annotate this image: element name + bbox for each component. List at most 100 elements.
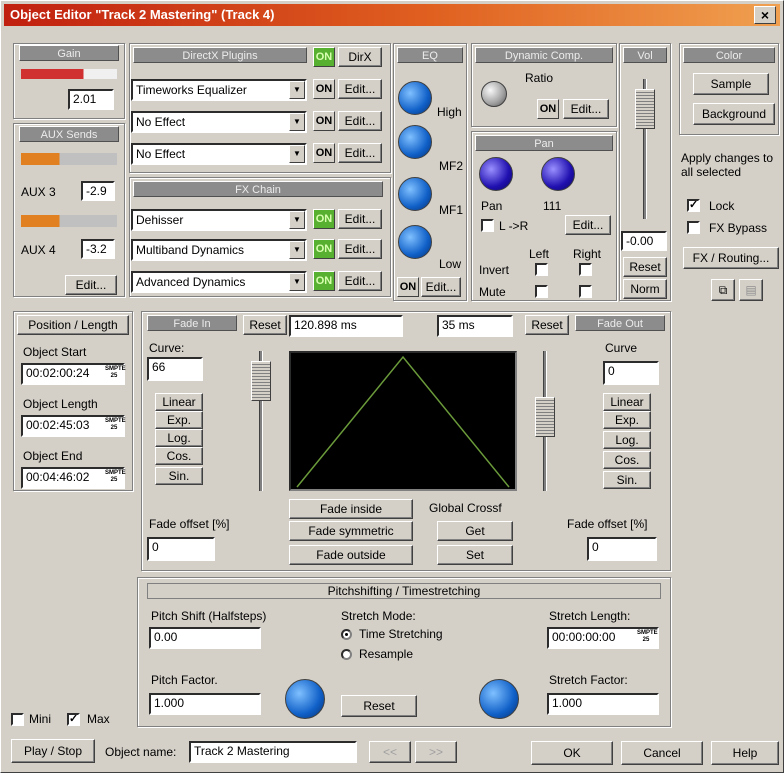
ok-button[interactable]: OK bbox=[531, 741, 613, 765]
copy-icon[interactable]: ⧉ bbox=[711, 279, 735, 301]
fadein-time-field[interactable]: 120.898 ms bbox=[289, 315, 403, 337]
max-checkbox[interactable]: ✓ bbox=[67, 713, 80, 726]
pitch-shift-field[interactable]: 0.00 bbox=[149, 627, 261, 649]
crossfade-get-button[interactable]: Get bbox=[437, 521, 513, 541]
eq-low-knob[interactable] bbox=[398, 225, 432, 259]
eq-on-button[interactable]: ON bbox=[397, 277, 419, 297]
fadeout-slider-thumb[interactable] bbox=[535, 397, 555, 437]
fx-slot-2-select[interactable]: Multiband Dynamics ▼ bbox=[131, 239, 307, 261]
ratio-knob[interactable] bbox=[481, 81, 507, 107]
fx-slot-1-on[interactable]: ON bbox=[313, 209, 335, 229]
fx-slot-3-edit[interactable]: Edit... bbox=[338, 271, 382, 291]
aux3-meter[interactable] bbox=[21, 153, 117, 165]
aux-edit-button[interactable]: Edit... bbox=[65, 275, 117, 295]
mini-checkbox[interactable] bbox=[11, 713, 24, 726]
gain-meter[interactable] bbox=[21, 69, 117, 79]
directx-slot-1-edit[interactable]: Edit... bbox=[338, 79, 382, 99]
directx-slot-2-select[interactable]: No Effect ▼ bbox=[131, 111, 307, 133]
invert-left-checkbox[interactable] bbox=[535, 263, 548, 276]
fadein-log-button[interactable]: Log. bbox=[155, 429, 203, 447]
resample-radio[interactable] bbox=[341, 649, 352, 660]
eq-edit-button[interactable]: Edit... bbox=[421, 277, 461, 297]
fadein-exp-button[interactable]: Exp. bbox=[155, 411, 203, 429]
fx-slot-1-edit[interactable]: Edit... bbox=[338, 209, 382, 229]
pan-edit-button[interactable]: Edit... bbox=[565, 215, 611, 235]
directx-on-button[interactable]: ON bbox=[313, 47, 335, 67]
close-icon[interactable]: × bbox=[754, 6, 776, 24]
fadeout-time-field[interactable]: 35 ms bbox=[437, 315, 513, 337]
fadeout-exp-button[interactable]: Exp. bbox=[603, 411, 651, 429]
stretch-factor-knob[interactable] bbox=[479, 679, 519, 719]
fade-outside-button[interactable]: Fade outside bbox=[289, 545, 413, 565]
time-stretching-radio[interactable] bbox=[341, 629, 352, 640]
fade-symmetric-button[interactable]: Fade symmetric bbox=[289, 521, 413, 541]
mute-right-checkbox[interactable] bbox=[579, 285, 592, 298]
eq-mf1-knob[interactable] bbox=[398, 177, 432, 211]
crossfade-set-button[interactable]: Set bbox=[437, 545, 513, 565]
prev-object-button[interactable]: << bbox=[369, 741, 411, 763]
lr-checkbox[interactable] bbox=[481, 219, 494, 232]
fx-slot-2-on[interactable]: ON bbox=[313, 239, 335, 259]
fadein-curve-field[interactable]: 66 bbox=[147, 357, 203, 381]
vol-norm-button[interactable]: Norm bbox=[623, 279, 667, 299]
pan-width-knob[interactable] bbox=[541, 157, 575, 191]
directx-slot-3-edit[interactable]: Edit... bbox=[338, 143, 382, 163]
fadein-offset-field[interactable]: 0 bbox=[147, 537, 215, 561]
fx-routing-button[interactable]: FX / Routing... bbox=[683, 247, 779, 269]
invert-right-checkbox[interactable] bbox=[579, 263, 592, 276]
fade-inside-button[interactable]: Fade inside bbox=[289, 499, 413, 519]
vol-value-field[interactable]: -0.00 bbox=[621, 231, 667, 251]
pan-knob[interactable] bbox=[479, 157, 513, 191]
directx-slot-3-on[interactable]: ON bbox=[313, 143, 335, 163]
fadein-linear-button[interactable]: Linear bbox=[155, 393, 203, 411]
chevron-down-icon[interactable]: ▼ bbox=[289, 273, 305, 291]
dynamic-edit-button[interactable]: Edit... bbox=[563, 99, 609, 119]
vol-reset-button[interactable]: Reset bbox=[623, 257, 667, 277]
fx-slot-1-select[interactable]: Dehisser ▼ bbox=[131, 209, 307, 231]
mute-left-checkbox[interactable] bbox=[535, 285, 548, 298]
pitch-factor-field[interactable]: 1.000 bbox=[149, 693, 261, 715]
stretch-factor-field[interactable]: 1.000 bbox=[547, 693, 659, 715]
fadeout-curve-field[interactable]: 0 bbox=[603, 361, 659, 385]
fadeout-log-button[interactable]: Log. bbox=[603, 431, 651, 449]
fadeout-cos-button[interactable]: Cos. bbox=[603, 451, 651, 469]
fadeout-offset-field[interactable]: 0 bbox=[587, 537, 657, 561]
dynamic-on-button[interactable]: ON bbox=[537, 99, 559, 119]
fade-curve-display[interactable] bbox=[289, 351, 517, 491]
directx-slot-1-on[interactable]: ON bbox=[313, 79, 335, 99]
aux4-meter[interactable] bbox=[21, 215, 117, 227]
fadein-sin-button[interactable]: Sin. bbox=[155, 467, 203, 485]
chevron-down-icon[interactable]: ▼ bbox=[289, 211, 305, 229]
eq-high-knob[interactable] bbox=[398, 81, 432, 115]
fx-bypass-checkbox[interactable] bbox=[687, 221, 700, 234]
aux3-value-field[interactable]: -2.9 bbox=[81, 181, 115, 201]
directx-slot-3-select[interactable]: No Effect ▼ bbox=[131, 143, 307, 165]
fadein-cos-button[interactable]: Cos. bbox=[155, 447, 203, 465]
fx-slot-2-edit[interactable]: Edit... bbox=[338, 239, 382, 259]
fadeout-sin-button[interactable]: Sin. bbox=[603, 471, 651, 489]
fx-slot-3-select[interactable]: Advanced Dynamics ▼ bbox=[131, 271, 307, 293]
directx-button[interactable]: DirX bbox=[338, 47, 382, 67]
directx-slot-2-on[interactable]: ON bbox=[313, 111, 335, 131]
play-stop-button[interactable]: Play / Stop bbox=[11, 739, 95, 763]
gain-value-field[interactable]: 2.01 bbox=[68, 89, 114, 110]
pitch-reset-button[interactable]: Reset bbox=[341, 695, 417, 717]
fx-slot-3-on[interactable]: ON bbox=[313, 271, 335, 291]
paste-icon[interactable]: ▤ bbox=[739, 279, 763, 301]
chevron-down-icon[interactable]: ▼ bbox=[289, 145, 305, 163]
lock-checkbox[interactable]: ✓ bbox=[687, 199, 700, 212]
help-button[interactable]: Help bbox=[711, 741, 779, 765]
vol-slider-thumb[interactable] bbox=[635, 89, 655, 129]
aux4-value-field[interactable]: -3.2 bbox=[81, 239, 115, 259]
eq-mf2-knob[interactable] bbox=[398, 125, 432, 159]
next-object-button[interactable]: >> bbox=[415, 741, 457, 763]
fadeout-linear-button[interactable]: Linear bbox=[603, 393, 651, 411]
chevron-down-icon[interactable]: ▼ bbox=[289, 113, 305, 131]
directx-slot-1-select[interactable]: Timeworks Equalizer ▼ bbox=[131, 79, 307, 101]
chevron-down-icon[interactable]: ▼ bbox=[289, 81, 305, 99]
fadein-reset-button[interactable]: Reset bbox=[243, 315, 287, 335]
chevron-down-icon[interactable]: ▼ bbox=[289, 241, 305, 259]
background-button[interactable]: Background bbox=[693, 103, 775, 125]
fadein-slider-thumb[interactable] bbox=[251, 361, 271, 401]
position-header[interactable]: Position / Length bbox=[17, 315, 129, 335]
